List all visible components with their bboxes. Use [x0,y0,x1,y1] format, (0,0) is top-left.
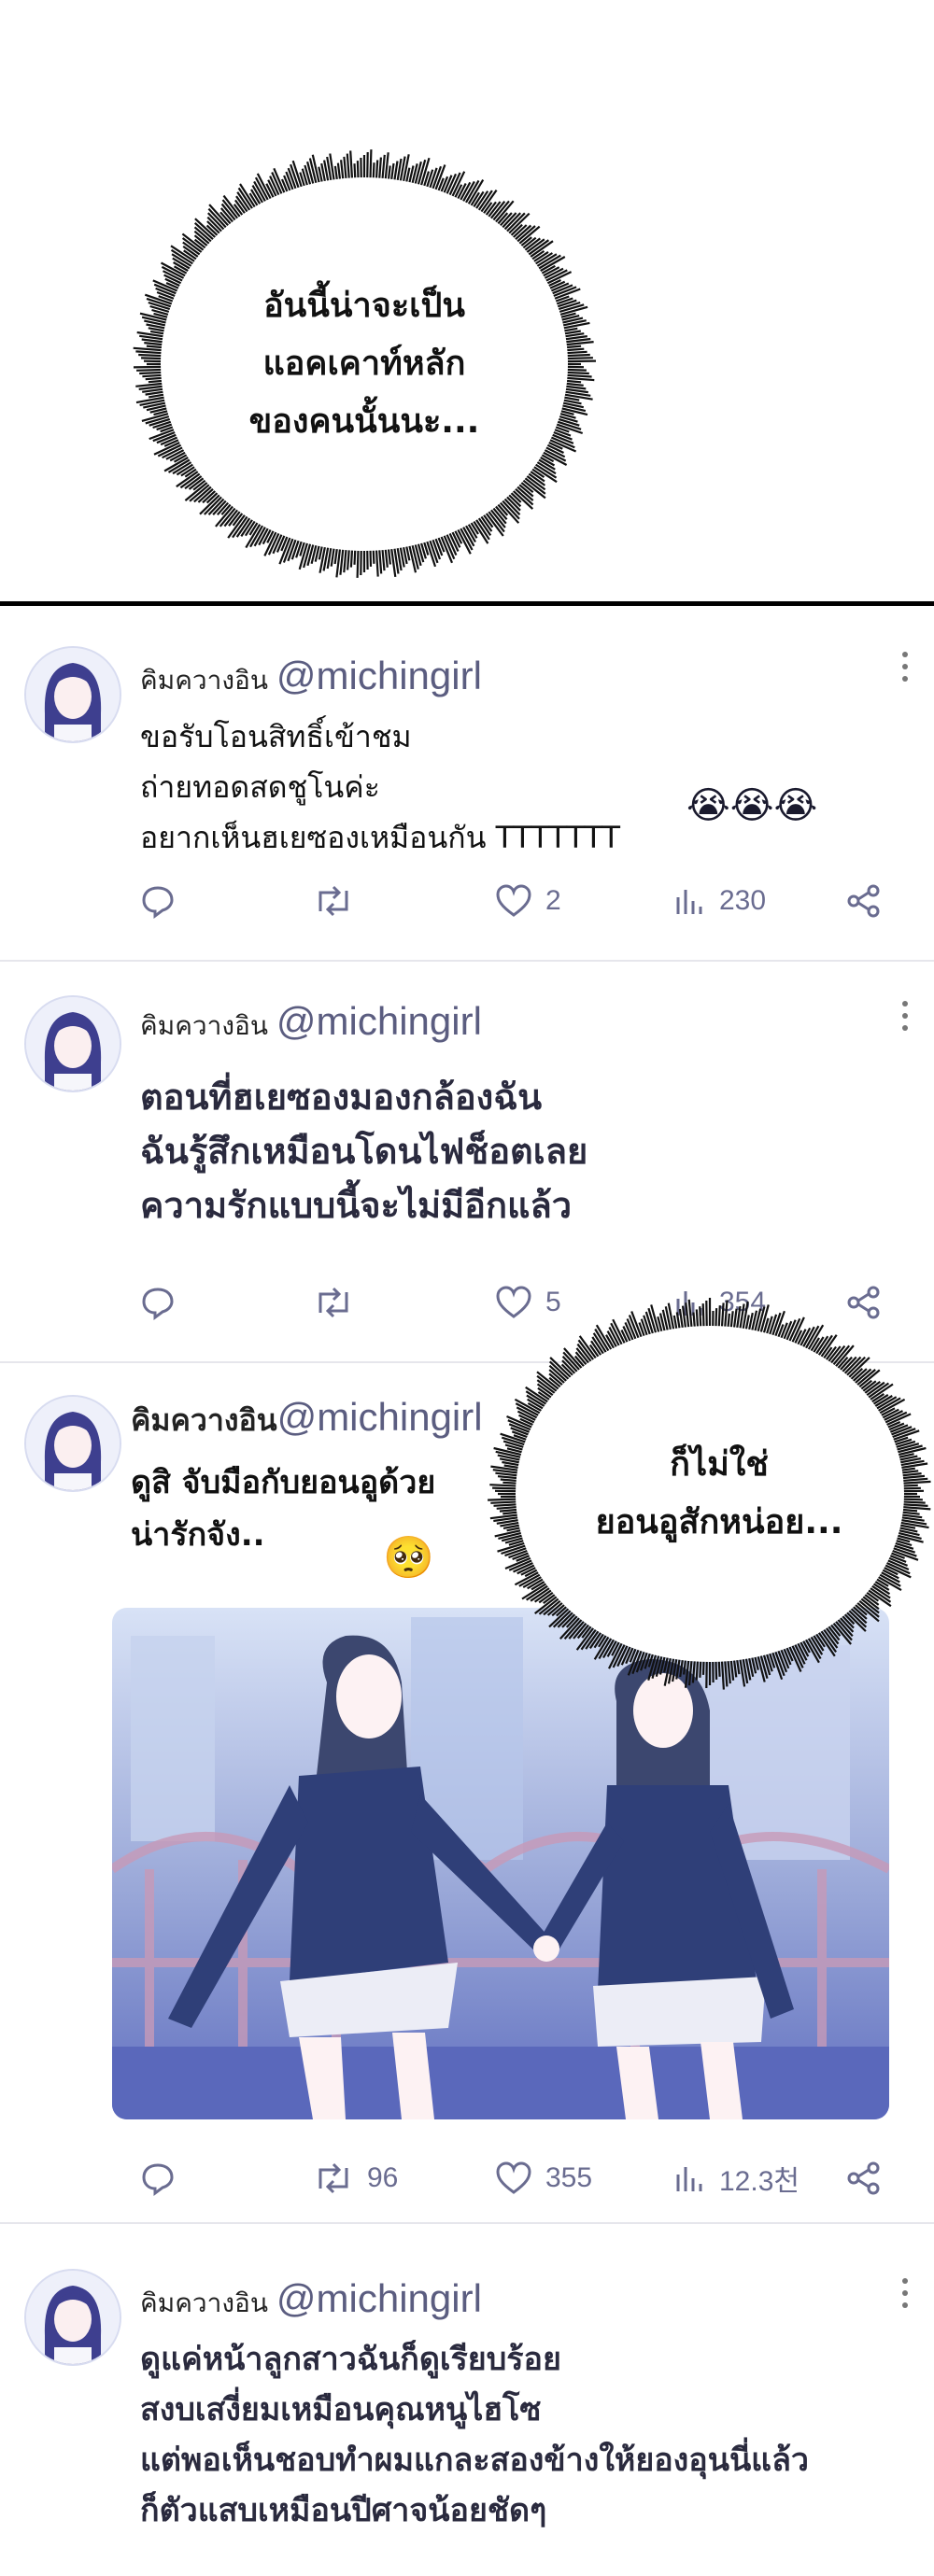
author-handle[interactable]: @michingirl [276,2276,482,2320]
more-icon[interactable] [902,1001,910,1031]
views-icon [676,890,702,914]
reply-button[interactable] [140,878,189,924]
post-actions: 96 355 12.3천 [0,2155,934,2202]
author-handle[interactable]: @michingirl [276,999,482,1043]
post-actions: 2 230 [0,878,934,924]
avatar[interactable] [24,1395,121,1492]
post: คิมควางอิน @michingirl ดูแค่หน้าลูกสาวฉั… [0,2224,934,2576]
bubble-line: แอคเคาท์หลัก [262,345,466,383]
bubble-text: ก็ไม่ใช่ ยอนอูสักหน่อย... [486,1298,934,1690]
view-count: 12.3천 [719,2166,800,2197]
post-body: ดูแค่หน้าลูกสาวฉันก็ดูเรียบร้อย สงบเสงี่… [140,2341,810,2529]
bubble-line: ก็ไม่ใช่ [670,1445,769,1484]
author-name: คิมควางอิน [140,1010,268,1041]
speech-bubble-mid: ก็ไม่ใช่ ยอนอูสักหน่อย... [486,1298,934,1690]
reply-icon [142,1288,174,1320]
view-count: 230 [719,885,767,916]
more-icon[interactable] [902,2278,910,2308]
like-button[interactable]: 355 [495,2155,592,2202]
more-icon[interactable] [902,652,910,682]
repost-icon [318,2162,348,2194]
bubble-line: ของคนนั้นนะ... [248,402,480,441]
views-button[interactable]: 12.3천 [672,2155,800,2202]
heart-icon [496,884,531,917]
author-name: คิมควางอิน [140,665,268,696]
views-icon [676,2167,702,2191]
author-handle[interactable]: @michingirl [277,1395,483,1439]
repost-button[interactable] [313,878,367,924]
bubble-line: อันนี้น่าจะเป็น [263,287,465,325]
post-author: คิมควางอิน @michingirl [140,2276,482,2324]
post-author: คิมควางอิน @michingirl [140,654,482,701]
share-icon [847,2161,880,2195]
share-button[interactable] [845,878,883,924]
bubble-line: ยอนอูสักหน่อย... [595,1503,843,1541]
post: คิมควางอิน @michingirl ขอรับโอนสิทธิ์เข้… [0,607,934,952]
views-button[interactable]: 230 [672,878,766,924]
post-body: ขอรับโอนสิทธิ์เข้าชม ถ่ายทอดสดชูโนค่ะ อย… [140,719,621,855]
repost-count: 96 [367,2162,399,2193]
post-author: คิมควางอิน @michingirl [140,999,482,1047]
post-body: ตอนที่ฮเยซองมองกล้องฉัน ฉันรู้สึกเหมือนโ… [140,1077,588,1226]
reply-icon [142,886,174,919]
avatar[interactable] [24,646,121,743]
share-icon [847,884,880,918]
author-handle[interactable]: @michingirl [276,654,482,697]
repost-button[interactable] [313,1279,367,1326]
avatar[interactable] [24,2269,121,2366]
repost-icon [318,885,348,917]
pleading-emoji: 🥺 [383,1534,434,1582]
like-count: 355 [545,2162,593,2193]
repost-icon [318,1287,348,1318]
share-button[interactable] [845,2155,883,2202]
panel-border [0,601,934,606]
like-button[interactable]: 2 [495,878,561,924]
crying-emoji: 😭😭😭 [686,784,818,827]
bubble-text: อันนี้น่าจะเป็น แอคเคาท์หลัก ของคนนั้นนะ… [131,149,598,579]
reply-button[interactable] [140,1279,189,1326]
speech-bubble-top: อันนี้น่าจะเป็น แอคเคาท์หลัก ของคนนั้นนะ… [131,149,598,579]
repost-button[interactable]: 96 [313,2155,398,2202]
reply-icon [142,2163,174,2196]
heart-icon [496,2161,531,2194]
avatar[interactable] [24,995,121,1092]
like-count: 2 [545,885,561,916]
author-name: คิมควางอิน [131,1402,277,1438]
post-author: คิมควางอิน@michingirl [131,1395,483,1444]
author-name: คิมควางอิน [140,2287,268,2318]
reply-button[interactable] [140,2155,189,2202]
